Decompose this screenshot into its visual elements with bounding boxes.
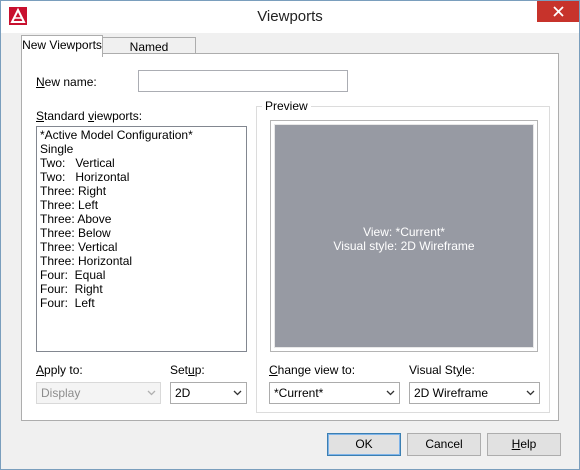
new-name-label: New name:	[36, 75, 97, 89]
list-item[interactable]: Three: Right	[37, 184, 246, 198]
ok-button[interactable]: OK	[327, 433, 401, 456]
help-button[interactable]: Help	[487, 433, 561, 456]
change-view-label: Change view to:	[269, 363, 356, 377]
window-title: Viewports	[257, 8, 323, 25]
list-item[interactable]: Four: Equal	[37, 268, 246, 282]
setup-select[interactable]: 2D	[170, 382, 247, 404]
apply-to-label: Apply to:	[36, 363, 83, 377]
list-item[interactable]: Three: Vertical	[37, 240, 246, 254]
close-icon	[552, 6, 564, 17]
dialog-content: New Viewports Named Viewports New name: …	[1, 33, 579, 469]
viewports-dialog: Viewports New Viewports Named Viewports …	[0, 0, 580, 470]
chevron-down-icon	[147, 390, 156, 396]
list-item[interactable]: Two: Vertical	[37, 156, 246, 170]
visual-style-value: 2D Wireframe	[414, 386, 489, 400]
change-view-select[interactable]: *Current*	[269, 382, 400, 404]
tab-new-viewports[interactable]: New Viewports	[21, 35, 103, 57]
cancel-button[interactable]: Cancel	[407, 433, 481, 456]
preview-view-text: View: *Current*	[363, 225, 445, 239]
list-item[interactable]: Four: Right	[37, 282, 246, 296]
list-item[interactable]: Three: Horizontal	[37, 254, 246, 268]
chevron-down-icon	[526, 390, 535, 396]
preview-visual-style-text: Visual style: 2D Wireframe	[333, 239, 475, 253]
apply-to-select[interactable]: Display	[36, 382, 161, 404]
preview-frame: View: *Current* Visual style: 2D Wirefra…	[270, 120, 538, 352]
preview-caption: View: *Current* Visual style: 2D Wirefra…	[275, 225, 533, 253]
list-item[interactable]: Two: Horizontal	[37, 170, 246, 184]
apply-to-value: Display	[41, 386, 81, 400]
chevron-down-icon	[386, 390, 395, 396]
visual-style-select[interactable]: 2D Wireframe	[409, 382, 540, 404]
close-button[interactable]	[537, 1, 579, 22]
new-viewports-panel: New name: Standard viewports: *Active Mo…	[21, 53, 559, 421]
setup-value: 2D	[175, 386, 191, 400]
new-name-input[interactable]	[138, 70, 348, 92]
list-item[interactable]: Three: Below	[37, 226, 246, 240]
preview-label: Preview	[262, 99, 311, 113]
preview-viewport[interactable]: View: *Current* Visual style: 2D Wirefra…	[274, 124, 534, 348]
change-view-value: *Current*	[274, 386, 324, 400]
list-item[interactable]: Three: Above	[37, 212, 246, 226]
list-item[interactable]: Four: Left	[37, 296, 246, 310]
title-bar[interactable]: Viewports	[1, 1, 579, 33]
standard-viewports-label: Standard viewports:	[36, 109, 143, 123]
list-item: *Active Model Configuration*	[37, 128, 246, 142]
visual-style-label: Visual Style:	[409, 363, 475, 377]
standard-viewports-list[interactable]: *Active Model Configuration* Single Two:…	[36, 126, 247, 352]
chevron-down-icon	[233, 390, 242, 396]
setup-label: Setup:	[170, 363, 205, 377]
list-item[interactable]: Three: Left	[37, 198, 246, 212]
list-item[interactable]: Single	[37, 142, 246, 156]
selected-list-item[interactable]: *Active Model Configuration*	[40, 128, 193, 142]
